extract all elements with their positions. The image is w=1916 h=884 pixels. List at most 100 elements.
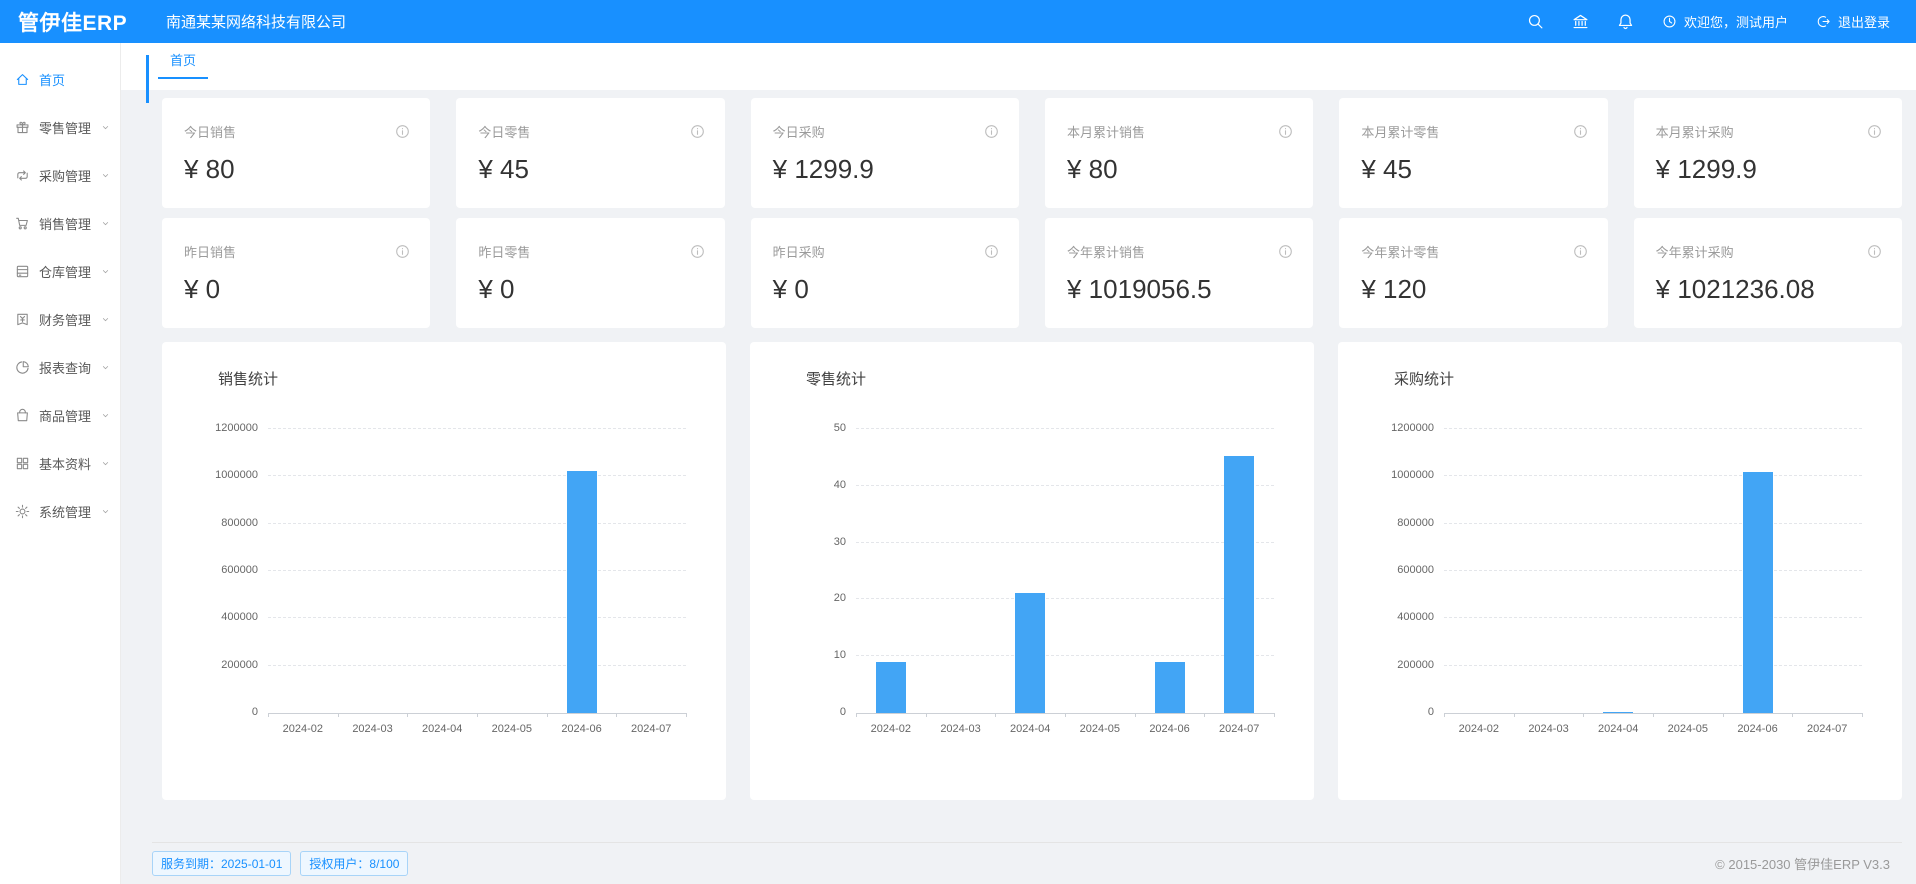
sidebar-item-label: 财务管理	[39, 310, 91, 329]
stat-label: 今日采购	[773, 122, 825, 141]
axis-tick	[1583, 713, 1584, 717]
x-axis-label: 2024-02	[1459, 723, 1499, 735]
x-axis-label: 2024-02	[283, 723, 323, 735]
stat-label: 昨日采购	[773, 242, 825, 261]
welcome-user[interactable]: 欢迎您，测试用户	[1662, 12, 1788, 31]
axis-tick	[1792, 713, 1793, 717]
bar-2024-04	[1603, 712, 1633, 713]
stat-card: 本月累计采购¥ 1299.9	[1634, 98, 1902, 208]
stat-value: ¥ 80	[184, 154, 410, 185]
y-axis-label: 0	[252, 706, 258, 718]
y-axis-label: 200000	[221, 659, 258, 671]
info-icon[interactable]	[1867, 244, 1882, 259]
gear-icon	[15, 504, 30, 519]
stat-card: 今日采购¥ 1299.9	[751, 98, 1019, 208]
sidebar-item-purchase[interactable]: 采购管理	[0, 151, 120, 199]
sidebar-item-label: 系统管理	[39, 502, 91, 521]
home-bank-icon[interactable]	[1572, 13, 1589, 30]
charts-row: 销售统计020000040000060000080000010000001200…	[162, 342, 1902, 800]
y-axis-label: 20	[834, 592, 846, 604]
chart-plot-area: 0200000400000600000800000100000012000002…	[268, 429, 686, 714]
info-icon[interactable]	[395, 124, 410, 139]
chevron-down-icon	[100, 218, 111, 229]
gridline: 400000	[268, 617, 686, 618]
logout-button[interactable]: 退出登录	[1816, 12, 1890, 31]
appstore-icon	[15, 456, 30, 471]
axis-tick	[1204, 713, 1205, 717]
company-name: 南通某某网络科技有限公司	[166, 11, 346, 32]
sidebar-item-finance[interactable]: 财务管理	[0, 295, 120, 343]
info-icon[interactable]	[395, 244, 410, 259]
stat-row-2: 昨日销售¥ 0昨日零售¥ 0昨日采购¥ 0今年累计销售¥ 1019056.5今年…	[162, 218, 1902, 328]
y-axis-label: 50	[834, 422, 846, 434]
swap-icon	[15, 168, 30, 183]
sidebar-item-retail[interactable]: 零售管理	[0, 103, 120, 151]
stat-label: 本月累计零售	[1361, 122, 1439, 141]
info-icon[interactable]	[984, 244, 999, 259]
copyright-text: © 2015-2030 管伊佳ERP V3.3	[1715, 854, 1890, 873]
stat-card: 今日销售 ¥ 80	[162, 98, 430, 208]
sidebar-item-home[interactable]: 首页	[0, 55, 120, 103]
axis-tick	[1723, 713, 1724, 717]
stat-label: 今年累计销售	[1067, 242, 1145, 261]
sidebar-item-warehouse[interactable]: 仓库管理	[0, 247, 120, 295]
info-icon[interactable]	[690, 244, 705, 259]
info-icon[interactable]	[984, 124, 999, 139]
y-axis-label: 1000000	[1391, 469, 1434, 481]
stat-label: 今年累计采购	[1656, 242, 1734, 261]
gridline: 800000	[1444, 523, 1862, 524]
bar-2024-06	[1743, 472, 1773, 713]
sales-statistics-chart: 销售统计020000040000060000080000010000001200…	[162, 342, 726, 800]
chevron-down-icon	[100, 410, 111, 421]
stat-label: 今日销售	[184, 122, 236, 141]
tab-bar: 首页	[121, 43, 1916, 90]
info-icon[interactable]	[1278, 124, 1293, 139]
y-axis-label: 400000	[1397, 611, 1434, 623]
gift-icon	[15, 120, 30, 135]
stat-card: 本月累计零售 ¥ 45	[1339, 98, 1607, 208]
axis-tick	[856, 713, 857, 717]
bell-icon[interactable]	[1617, 13, 1634, 30]
sidebar-item-basic-data[interactable]: 基本资料	[0, 439, 120, 487]
chart-title: 零售统计	[806, 368, 1288, 389]
y-axis-label: 40	[834, 479, 846, 491]
info-icon[interactable]	[1867, 124, 1882, 139]
welcome-text: 欢迎您，测试用户	[1684, 12, 1788, 31]
search-icon[interactable]	[1527, 13, 1544, 30]
info-icon[interactable]	[690, 124, 705, 139]
y-axis-label: 0	[840, 706, 846, 718]
gridline: 1000000	[268, 475, 686, 476]
stat-label: 本月累计销售	[1067, 122, 1145, 141]
y-axis-label: 600000	[1397, 564, 1434, 576]
y-axis-label: 400000	[221, 611, 258, 623]
axis-tick	[1862, 713, 1863, 717]
cart-icon	[15, 216, 30, 231]
tab-home[interactable]: 首页	[158, 45, 208, 79]
sidebar-item-goods[interactable]: 商品管理	[0, 391, 120, 439]
stat-card: 今年累计采购¥ 1021236.08	[1634, 218, 1902, 328]
bag-icon	[15, 408, 30, 423]
info-icon[interactable]	[1278, 244, 1293, 259]
sidebar-item-label: 商品管理	[39, 406, 91, 425]
x-axis-label: 2024-06	[1737, 723, 1777, 735]
x-axis-label: 2024-06	[561, 723, 601, 735]
stat-label: 今年累计零售	[1361, 242, 1439, 261]
sidebar-item-label: 基本资料	[39, 454, 91, 473]
chevron-down-icon	[100, 458, 111, 469]
stat-card: 本月累计销售¥ 80	[1045, 98, 1313, 208]
info-icon[interactable]	[1573, 244, 1588, 259]
main-area: 首页 今日销售¥ 80今日零售¥ 45今日采购¥ 1299.9本月累计销售¥ 8…	[121, 43, 1916, 884]
stat-row-1: 今日销售¥ 80今日零售¥ 45今日采购¥ 1299.9本月累计销售¥ 80本月…	[162, 98, 1902, 208]
axis-tick	[1653, 713, 1654, 717]
purchase-statistics-chart: 采购统计020000040000060000080000010000001200…	[1338, 342, 1902, 800]
sidebar-item-sales[interactable]: 销售管理	[0, 199, 120, 247]
stat-value: ¥ 120	[1361, 274, 1587, 305]
x-axis-label: 2024-05	[492, 723, 532, 735]
stat-value: ¥ 45	[1361, 154, 1587, 185]
sidebar-item-reports[interactable]: 报表查询	[0, 343, 120, 391]
app-logo: 管伊佳ERP	[18, 7, 166, 37]
info-icon[interactable]	[1573, 124, 1588, 139]
stat-label: 昨日销售	[184, 242, 236, 261]
sidebar-item-system[interactable]: 系统管理	[0, 487, 120, 535]
dashboard-content: 今日销售¥ 80今日零售¥ 45今日采购¥ 1299.9本月累计销售¥ 80本月…	[121, 90, 1916, 884]
